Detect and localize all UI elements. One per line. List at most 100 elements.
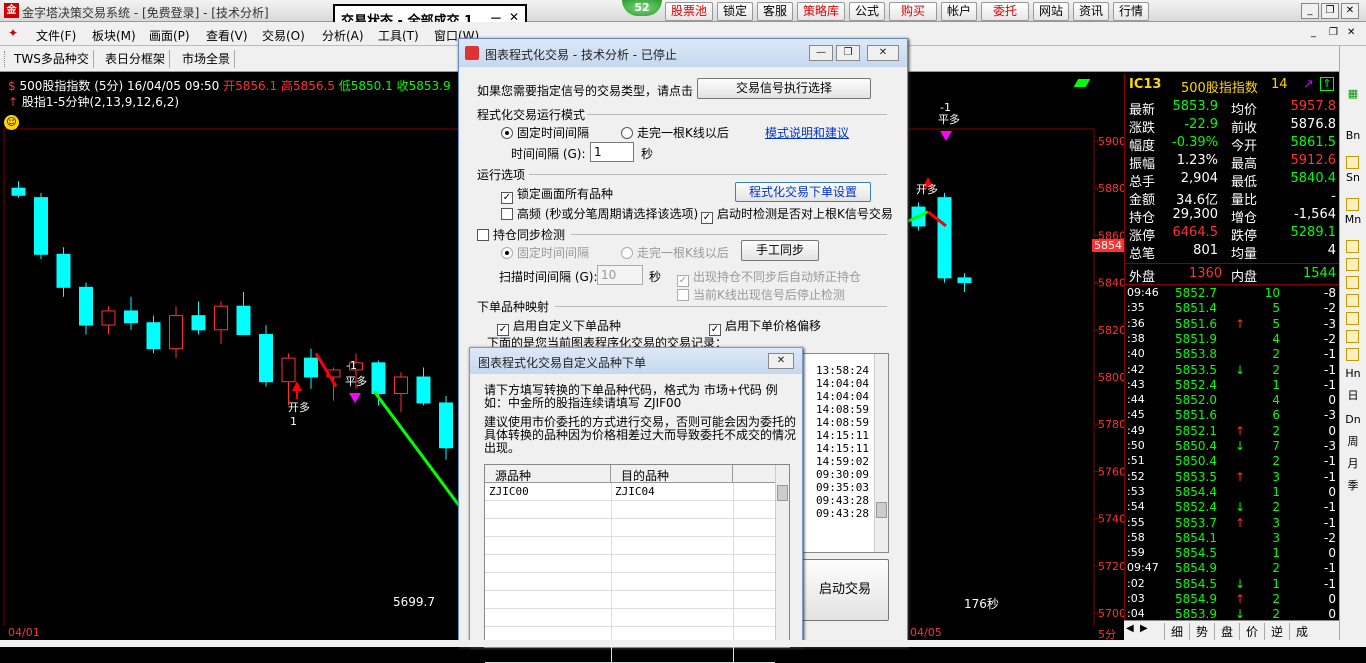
close-icon[interactable]: ✕	[768, 353, 794, 369]
quote-tab-1[interactable]: 势	[1189, 623, 1214, 640]
trade-record-list[interactable]: 13:58:24 14:04:04 14:04:04 14:08:59 14:08:59…	[801, 353, 889, 553]
next-icon[interactable]: ▶	[1140, 623, 1148, 634]
sidebar-period-3[interactable]: Hn	[1342, 364, 1364, 384]
table-row[interactable]: ZJIC00 ZJIC04	[485, 483, 775, 501]
top-button-1[interactable]: 锁定	[717, 2, 753, 21]
sidebar-period-2[interactable]: Mn	[1342, 210, 1364, 230]
minimize-icon[interactable]: —	[809, 45, 833, 61]
order-settings-button[interactable]: 程式化交易下单设置	[735, 182, 871, 202]
top-button-4[interactable]: 公式	[849, 2, 885, 21]
table-row[interactable]	[485, 591, 775, 609]
restore-icon[interactable]: ❐	[1329, 27, 1338, 38]
col-source[interactable]: 源品种	[485, 465, 611, 483]
sidebar-period-5[interactable]: Dn	[1342, 410, 1364, 430]
checkbox-unchecked-icon[interactable]	[477, 229, 489, 241]
high-freq-checkbox[interactable]: 高频 (秒或分笔周期请选择该选项)	[501, 205, 698, 222]
sidebar-period-0[interactable]: Bn	[1342, 126, 1364, 146]
sidebar-period-4[interactable]: 日	[1342, 386, 1364, 406]
sync-radio-fixed-icon[interactable]	[501, 247, 513, 259]
auto-fix-checkbox[interactable]: ✓ 出现持仓不同步后自动矫正持仓	[677, 268, 861, 287]
toolbar-item-2[interactable]: 市场全景	[178, 50, 236, 68]
app-menu-icon[interactable]: ✦	[8, 26, 18, 40]
sidebar-period-6[interactable]: 周	[1342, 432, 1364, 452]
scrollbar-thumb[interactable]	[876, 502, 887, 518]
radio-after-bar-icon[interactable]	[621, 127, 633, 139]
top-button-9[interactable]: 资讯	[1073, 2, 1109, 21]
smiley-icon[interactable]: ☺	[4, 115, 19, 130]
sidebar-period-7[interactable]: 月	[1342, 454, 1364, 474]
table-row[interactable]	[485, 501, 775, 519]
sidebar-period-icon[interactable]	[1346, 258, 1359, 271]
tool-icon[interactable]: ↗	[1303, 77, 1314, 92]
sync-radio-fixed[interactable]: 固定时间间隔	[501, 244, 589, 261]
stop-check-checkbox[interactable]: 当前K线出现信号后停止检测	[677, 286, 845, 303]
startup-check-checkbox[interactable]: ✓ 启动时检测是否对上根K信号交易	[701, 205, 893, 224]
start-trading-button[interactable]: 启动交易	[801, 559, 889, 621]
menu-item-0[interactable]: 文件(F)	[36, 27, 76, 44]
sidebar-period-icon[interactable]	[1346, 348, 1359, 361]
restore-icon[interactable]: ❐	[1321, 3, 1339, 19]
prev-icon[interactable]: ◀	[1126, 623, 1134, 634]
quote-tab-4[interactable]: 逆	[1264, 623, 1289, 640]
checkbox-checked-icon[interactable]: ✓	[501, 192, 513, 204]
cell-source[interactable]: ZJIC00	[489, 485, 529, 498]
top-button-10[interactable]: 行情	[1113, 2, 1149, 21]
sync-radio-bar-icon[interactable]	[621, 247, 633, 259]
table-row[interactable]	[485, 573, 775, 591]
close-icon[interactable]: ✕	[867, 45, 899, 61]
top-button-8[interactable]: 网站	[1033, 2, 1069, 21]
top-button-6[interactable]: 帐户	[941, 2, 977, 21]
sidebar-period-icon[interactable]	[1346, 312, 1359, 325]
toolbar-item-0[interactable]: TWS多品种交	[10, 50, 94, 68]
signal-type-button[interactable]: 交易信号执行选择	[697, 78, 871, 99]
close-icon[interactable]: ✕	[1341, 3, 1359, 19]
record-scrollbar[interactable]	[874, 354, 888, 552]
top-button-2[interactable]: 客服	[757, 2, 793, 21]
symbol-mapping-table[interactable]: 源品种 目的品种 ZJIC00 ZJIC04	[484, 464, 790, 663]
notification-badge[interactable]: 52	[622, 0, 662, 16]
sidebar-period-icon[interactable]	[1346, 330, 1359, 343]
mode-help-link[interactable]: 模式说明和建议	[765, 124, 849, 141]
menu-item-3[interactable]: 查看(V)	[206, 27, 248, 44]
restore-icon[interactable]: ❐	[836, 45, 860, 61]
checkbox-checked-icon[interactable]: ✓	[701, 212, 713, 224]
cell-target[interactable]: ZJIC04	[615, 485, 655, 498]
top-button-3[interactable]: 策略库	[797, 2, 845, 21]
sidebar-period-icon[interactable]	[1346, 276, 1359, 289]
sidebar-period-icon[interactable]	[1346, 198, 1359, 211]
close-icon[interactable]: ✕	[1347, 27, 1355, 38]
table-row[interactable]	[485, 609, 775, 627]
sync-radio-bar[interactable]: 走完一根K线以后	[621, 244, 729, 261]
top-button-5[interactable]: 购买	[889, 2, 937, 21]
menu-item-6[interactable]: 工具(T)	[378, 27, 419, 44]
table-row[interactable]	[485, 645, 775, 663]
sidebar-period-8[interactable]: 季	[1342, 476, 1364, 496]
quote-tab-0[interactable]: 细	[1164, 623, 1189, 640]
menu-item-2[interactable]: 画面(P)	[149, 27, 190, 44]
table-scrollbar[interactable]	[775, 465, 789, 647]
interval-input[interactable]: 1	[590, 142, 634, 162]
table-row[interactable]	[485, 555, 775, 573]
checkbox-unchecked-icon[interactable]	[677, 289, 689, 301]
minimize-icon[interactable]: _	[1311, 27, 1316, 38]
radio-fixed-interval[interactable]: 固定时间间隔	[501, 124, 589, 141]
sidebar-period-icon[interactable]	[1346, 294, 1359, 307]
quote-tab-3[interactable]: 价	[1239, 623, 1264, 640]
checkbox-unchecked-icon[interactable]	[501, 208, 513, 220]
quote-tab-2[interactable]: 盘	[1214, 623, 1239, 640]
menu-item-5[interactable]: 分析(A)	[322, 27, 364, 44]
scrollbar-thumb[interactable]	[777, 485, 788, 501]
top-button-7[interactable]: 委托	[981, 2, 1029, 21]
quote-tab-5[interactable]: 成	[1289, 623, 1314, 640]
table-row[interactable]	[485, 519, 775, 537]
manual-sync-button[interactable]: 手工同步	[741, 240, 819, 261]
toolbar-item-1[interactable]: 表日分框架	[101, 50, 171, 68]
menu-item-4[interactable]: 交易(O)	[262, 27, 305, 44]
scan-interval-input[interactable]: 10	[597, 265, 643, 285]
minimize-icon[interactable]: _	[1301, 3, 1319, 19]
radio-fixed-interval-icon[interactable]	[501, 127, 513, 139]
top-button-0[interactable]: 股票池	[665, 2, 713, 21]
position-sync-checkbox[interactable]: 持仓同步检测	[477, 226, 565, 243]
table-row[interactable]	[485, 537, 775, 555]
sidebar-period-1[interactable]: Sn	[1342, 168, 1364, 188]
